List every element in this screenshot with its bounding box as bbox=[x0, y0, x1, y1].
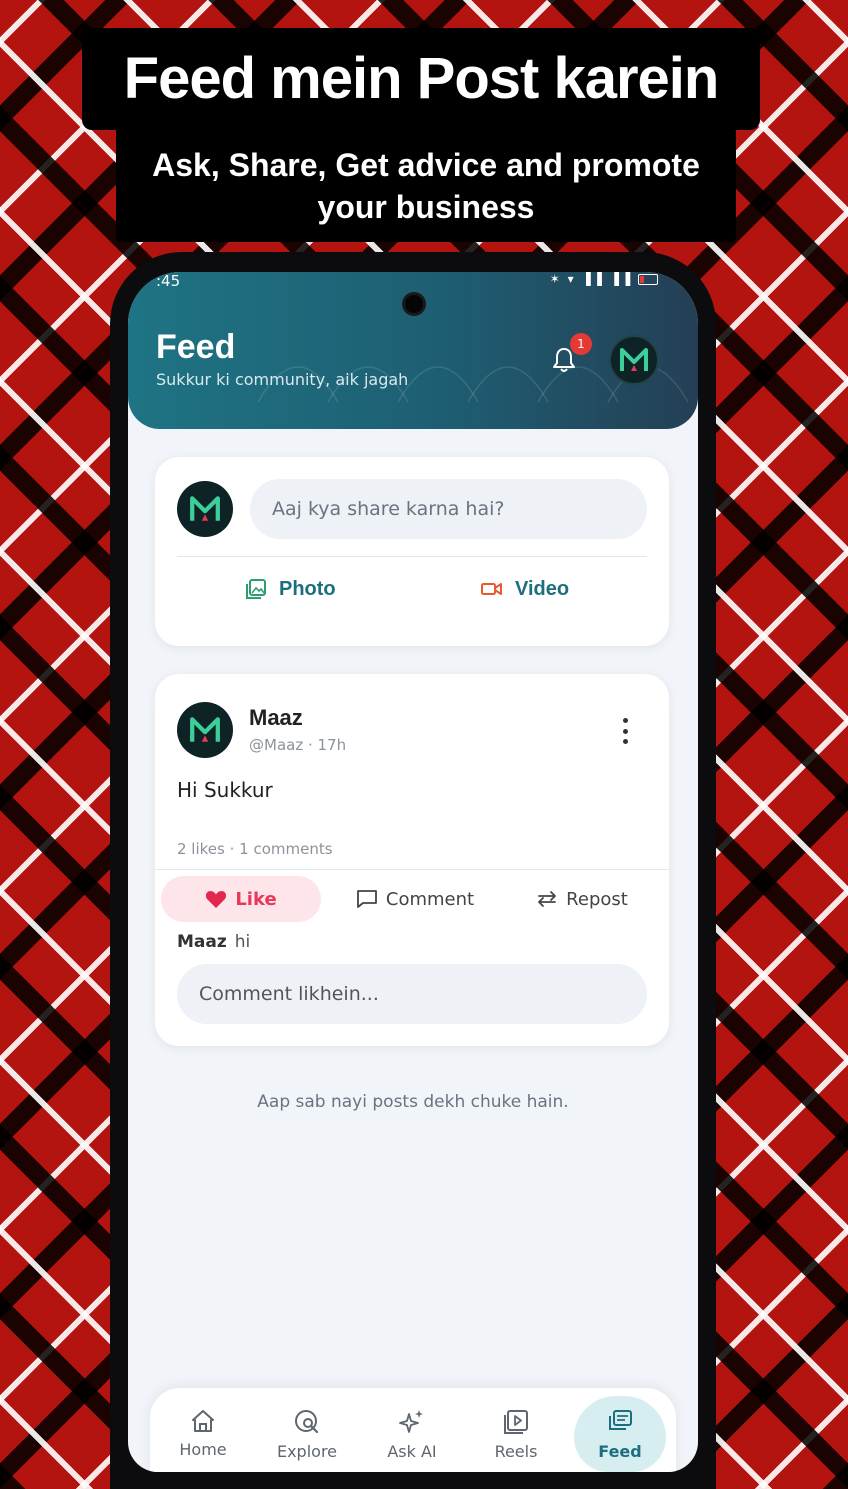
camera-cutout bbox=[402, 292, 426, 316]
comment-label: Comment bbox=[385, 888, 475, 910]
nav-label: Ask AI bbox=[387, 1442, 437, 1461]
comment-button[interactable]: Comment bbox=[345, 876, 485, 922]
status-icons: ✶ ▾ ▐▐ ▐▐ bbox=[550, 272, 658, 286]
battery-icon bbox=[638, 274, 658, 285]
comment-input[interactable]: Comment likhein... bbox=[177, 964, 647, 1024]
nav-item-explore[interactable]: Explore bbox=[257, 1388, 357, 1472]
post-stats[interactable]: 2 likes · 1 comments bbox=[177, 840, 333, 858]
divider bbox=[177, 556, 647, 557]
sparkle-icon bbox=[399, 1410, 423, 1433]
promo-title: Feed mein Post karein bbox=[82, 28, 760, 130]
like-label: Like bbox=[235, 888, 277, 910]
nav-label: Reels bbox=[494, 1442, 538, 1461]
video-button[interactable]: Video bbox=[481, 574, 569, 604]
status-time: :45 bbox=[156, 272, 181, 290]
promo-subtitle-line2: your business bbox=[317, 189, 535, 225]
status-icons-glyphs: ✶ ▾ ▐▐ ▐▐ bbox=[549, 272, 633, 286]
nav-label: Explore bbox=[276, 1442, 338, 1461]
post-author-avatar[interactable] bbox=[177, 702, 233, 758]
more-options-icon[interactable] bbox=[613, 716, 637, 746]
post-meta: @Maaz · 17h bbox=[249, 736, 347, 754]
home-icon bbox=[192, 1410, 214, 1432]
repost-button[interactable]: Repost bbox=[527, 876, 637, 922]
nav-label: Home bbox=[179, 1440, 227, 1459]
nav-item-feed[interactable]: Feed bbox=[574, 1396, 666, 1472]
avatar[interactable] bbox=[609, 335, 659, 385]
image-icon bbox=[246, 579, 266, 599]
promo-subtitle: Ask, Share, Get advice and promote your … bbox=[116, 128, 736, 242]
like-button[interactable]: Like bbox=[161, 876, 321, 922]
composer-avatar bbox=[177, 481, 233, 537]
feed-icon bbox=[609, 1410, 632, 1430]
nav-item-home[interactable]: Home bbox=[153, 1388, 253, 1472]
feed-end-note: Aap sab nayi posts dekh chuke hain. bbox=[257, 1092, 569, 1112]
promo-subtitle-line1: Ask, Share, Get advice and promote bbox=[152, 147, 700, 183]
repost-icon bbox=[538, 891, 557, 907]
feed-header: :45 ✶ ▾ ▐▐ ▐▐ Feed Sukkur ki community, … bbox=[128, 272, 698, 429]
explore-icon bbox=[295, 1410, 319, 1434]
page-subtitle: Sukkur ki community, aik jagah bbox=[156, 370, 409, 389]
comment-item: Maaz hi bbox=[177, 932, 250, 952]
post-card: Maaz @Maaz · 17h Hi Sukkur 2 likes · 1 c… bbox=[155, 674, 669, 1046]
nav-item-reels[interactable]: Reels bbox=[466, 1388, 566, 1472]
brand-logo-icon bbox=[190, 496, 220, 521]
brand-logo-icon bbox=[190, 717, 220, 742]
nav-label: Feed bbox=[598, 1442, 642, 1461]
repost-label: Repost bbox=[566, 888, 628, 910]
brand-logo-icon bbox=[620, 348, 648, 371]
page-title: Feed bbox=[156, 328, 236, 366]
bottom-nav: Home Explore Ask AI Reels Feed bbox=[150, 1388, 676, 1472]
divider bbox=[155, 869, 669, 870]
video-label: Video bbox=[515, 577, 570, 600]
post-composer: Aaj kya share karna hai? Photo Video bbox=[155, 457, 669, 646]
post-author-name[interactable]: Maaz bbox=[249, 705, 303, 731]
heart-icon bbox=[206, 891, 227, 908]
nav-item-ask-ai[interactable]: Ask AI bbox=[362, 1388, 462, 1472]
post-text: Hi Sukkur bbox=[177, 778, 273, 802]
app-screen: :45 ✶ ▾ ▐▐ ▐▐ Feed Sukkur ki community, … bbox=[128, 272, 698, 1472]
reels-icon bbox=[504, 1410, 528, 1434]
comment-author[interactable]: Maaz bbox=[177, 932, 227, 952]
comment-icon bbox=[356, 890, 377, 908]
photo-label: Photo bbox=[279, 577, 336, 600]
comment-text: hi bbox=[234, 932, 251, 952]
notification-badge: 1 bbox=[570, 333, 592, 355]
photo-button[interactable]: Photo bbox=[245, 574, 336, 604]
video-camera-icon bbox=[481, 583, 502, 595]
composer-input[interactable]: Aaj kya share karna hai? bbox=[250, 479, 647, 539]
